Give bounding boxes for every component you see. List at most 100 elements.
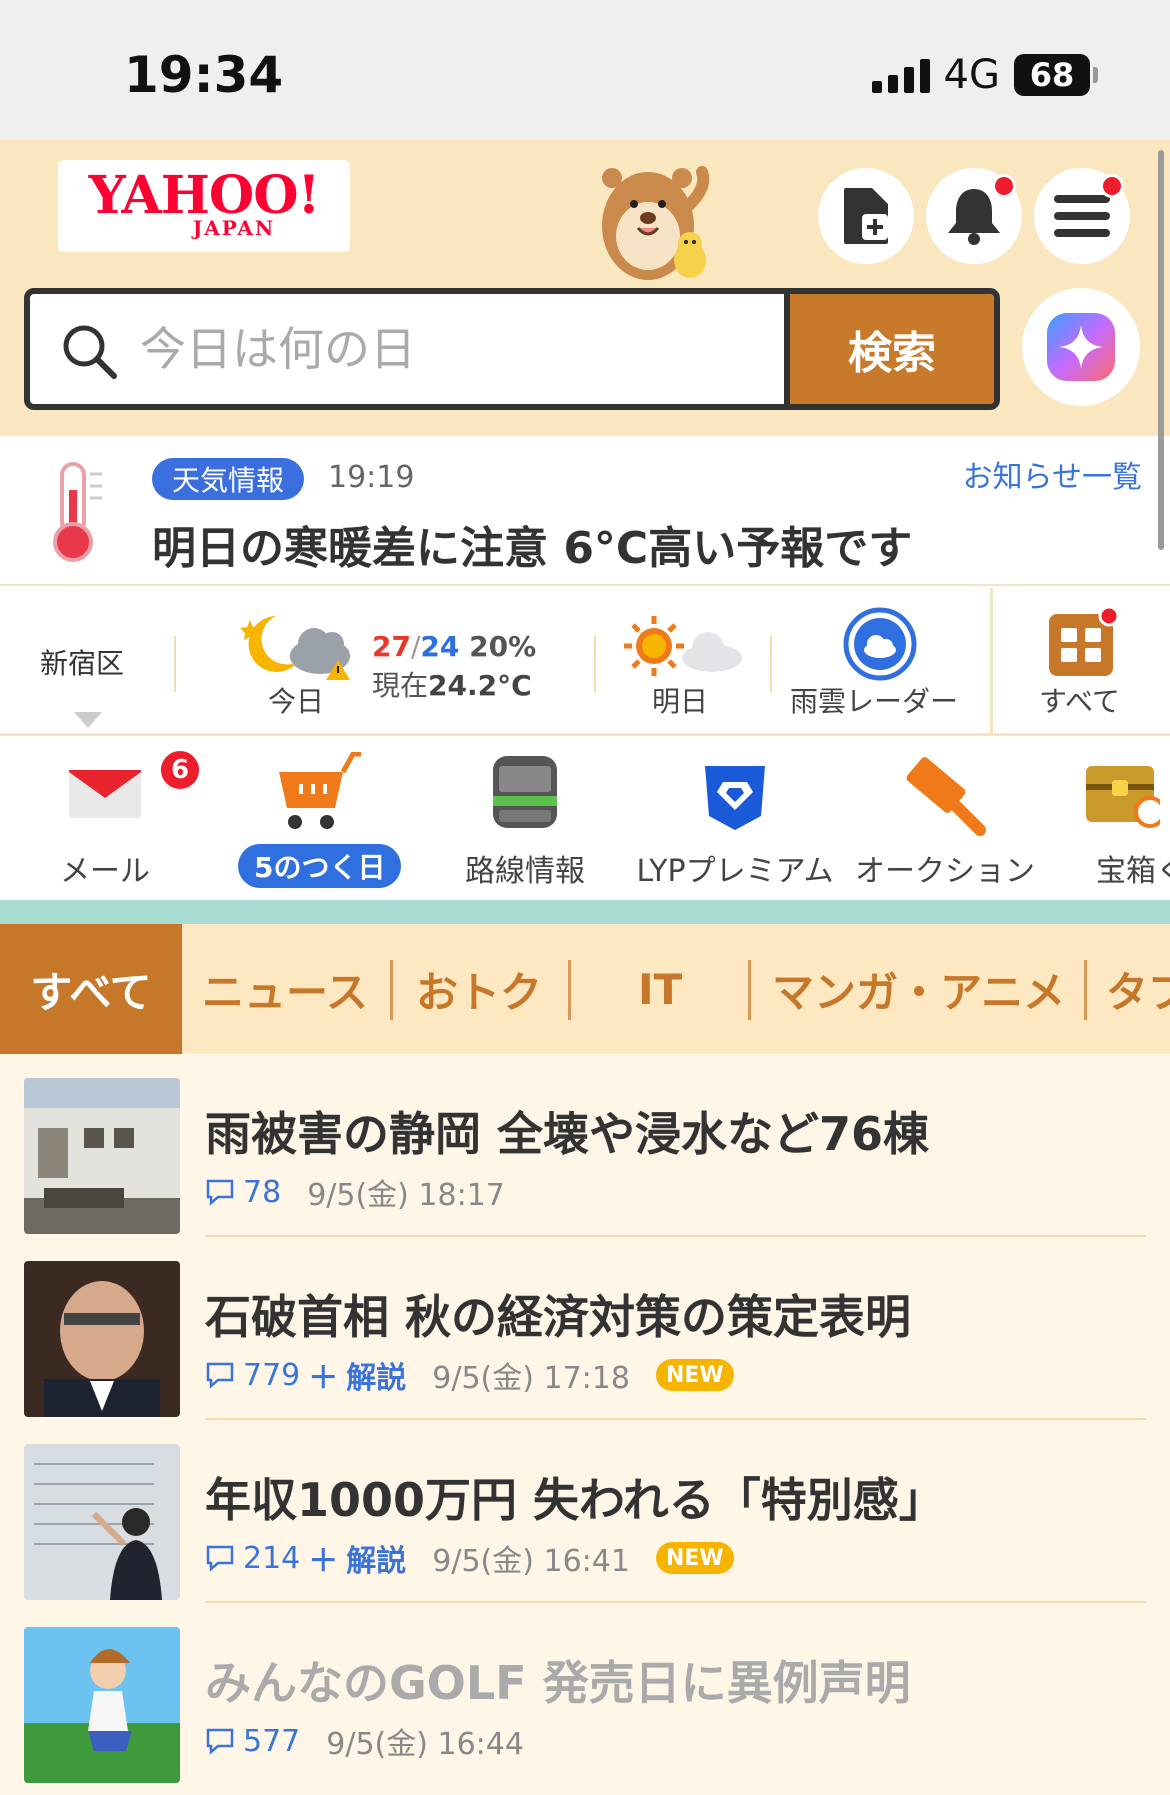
- service-lyp-premium[interactable]: LYPプレミアム: [620, 738, 850, 900]
- service-auction[interactable]: オークション: [850, 738, 1040, 900]
- current-temp: 現在24.2°C: [372, 664, 532, 704]
- news-thumbnail: [24, 1627, 180, 1783]
- tab-separator: [390, 960, 393, 1020]
- today-temps[interactable]: 27/24 20%: [372, 630, 536, 663]
- ai-sparkle-icon: [1047, 313, 1115, 381]
- tab-separator: [568, 960, 571, 1020]
- tab-all[interactable]: すべて: [0, 924, 182, 1054]
- today-label[interactable]: 今日: [268, 680, 324, 720]
- status-indicators: 4G 68: [871, 52, 1098, 98]
- divider: [770, 636, 772, 692]
- network-type: 4G: [943, 52, 1000, 98]
- news-date: 9/5(金) 18:17: [307, 1178, 505, 1213]
- weather-row: 新宿区 今日 27/24 20% 現在24.2°C 明日 雨雲レーダー すべて: [0, 588, 1170, 736]
- news-meta: 577 9/5(金) 16:44: [205, 1719, 524, 1763]
- search-bar: 検索: [24, 288, 1000, 410]
- lyp-premium-label: LYPプレミアム: [636, 854, 834, 889]
- service-shopping[interactable]: 5のつく日: [220, 738, 410, 900]
- notice-title[interactable]: 明日の寒暖差に注意 6°C高い予報です: [152, 512, 912, 576]
- notice-time: 19:19: [328, 460, 415, 495]
- search-input[interactable]: [140, 318, 700, 380]
- battery-level: 68: [1029, 56, 1075, 94]
- comment-count: 577: [243, 1723, 301, 1759]
- divider: [174, 636, 176, 692]
- news-title: 雨被害の静岡 全壊や浸水など76棟: [205, 1107, 930, 1161]
- auction-label: オークション: [855, 854, 1035, 889]
- status-time: 19:34: [124, 46, 284, 104]
- scrollbar[interactable]: [1158, 150, 1164, 550]
- comment-count: 779: [243, 1357, 301, 1393]
- rain-radar-label[interactable]: 雨雲レーダー: [790, 680, 958, 720]
- divider: [594, 636, 596, 692]
- moon-cloud-icon: [240, 616, 350, 680]
- new-badge: NEW: [655, 1542, 734, 1574]
- menu-button[interactable]: [1034, 168, 1130, 264]
- new-badge: NEW: [655, 1359, 734, 1391]
- search-button[interactable]: 検索: [784, 294, 994, 404]
- service-train[interactable]: 路線情報: [450, 738, 600, 900]
- tab-more[interactable]: タブ: [1106, 924, 1170, 1054]
- news-date: 9/5(金) 16:44: [326, 1727, 524, 1762]
- temp-low: 24: [420, 630, 460, 663]
- news-title: 年収1000万円 失われる「特別感」: [205, 1473, 945, 1527]
- temp-slash: /: [410, 630, 421, 663]
- news-item[interactable]: 雨被害の静岡 全壊や浸水など76棟 78 9/5(金) 18:17: [0, 1054, 1170, 1237]
- tomorrow-label[interactable]: 明日: [652, 680, 708, 720]
- notification-button[interactable]: [926, 168, 1022, 264]
- train-label: 路線情報: [465, 854, 585, 889]
- weather-notice[interactable]: 天気情報 19:19 お知らせ一覧 明日の寒暖差に注意 6°C高い予報です: [0, 436, 1170, 586]
- tab-separator: [748, 960, 751, 1020]
- news-list: 雨被害の静岡 全壊や浸水など76棟 78 9/5(金) 18:17 石破首相 秋…: [0, 1054, 1170, 1795]
- signal-icon: [871, 57, 930, 93]
- current-prefix: 現在: [372, 669, 429, 702]
- temp-high: 27: [372, 630, 411, 663]
- comment-icon: [206, 1728, 234, 1755]
- tab-it[interactable]: IT: [638, 924, 682, 1054]
- weather-info-badge: 天気情報: [152, 458, 305, 500]
- weather-all-button[interactable]: すべて: [990, 588, 1170, 736]
- location-dropdown-icon[interactable]: [74, 712, 102, 728]
- category-tabs: すべて ニュース おトク IT マンガ・アニメ タブ: [0, 924, 1170, 1054]
- news-item[interactable]: みんなのGOLF 発売日に異例声明 577 9/5(金) 16:44: [0, 1603, 1170, 1786]
- explain-label: 解説: [346, 1544, 407, 1579]
- sun-cloud-icon: [624, 616, 742, 676]
- new-document-button[interactable]: [818, 168, 914, 264]
- comment-icon: [206, 1545, 234, 1572]
- ai-assistant-button[interactable]: [1022, 288, 1140, 406]
- news-title: 石破首相 秋の経済対策の策定表明: [205, 1290, 912, 1344]
- explain-label: 解説: [346, 1361, 407, 1396]
- yahoo-logo[interactable]: YAHOO! JAPAN: [58, 160, 350, 252]
- plus-icon: ＋: [308, 1361, 339, 1396]
- precip: 20%: [469, 630, 537, 663]
- mail-icon: [69, 770, 141, 818]
- service-mail[interactable]: 6 メール: [30, 738, 202, 900]
- news-date: 9/5(金) 17:18: [432, 1361, 630, 1396]
- tab-manga-anime[interactable]: マンガ・アニメ: [772, 924, 1065, 1054]
- menu-dot: [1100, 174, 1124, 198]
- notice-list-link[interactable]: お知らせ一覧: [963, 452, 1142, 496]
- news-thumbnail: [24, 1444, 180, 1600]
- news-thumbnail: [24, 1078, 180, 1234]
- grid-icon: [1049, 608, 1117, 676]
- news-meta: 779 ＋ 解説 9/5(金) 17:18 NEW: [205, 1353, 734, 1397]
- search-icon: [63, 325, 117, 379]
- tab-deals[interactable]: おトク: [416, 924, 542, 1054]
- comment-count: 78: [243, 1174, 282, 1210]
- header: YAHOO! JAPAN 今日は何の日 検索: [0, 140, 1170, 436]
- battery-icon: 68: [1014, 54, 1098, 96]
- tab-news[interactable]: ニュース: [202, 924, 368, 1054]
- document-plus-icon: [844, 188, 888, 244]
- auction-hammer-icon: [906, 757, 986, 836]
- news-meta: 78 9/5(金) 18:17: [205, 1170, 505, 1214]
- service-treasure[interactable]: 宝箱く: [1080, 738, 1170, 900]
- news-item[interactable]: 石破首相 秋の経済対策の策定表明 779 ＋ 解説 9/5(金) 17:18 N…: [0, 1237, 1170, 1420]
- weather-location[interactable]: 新宿区: [40, 642, 124, 682]
- status-bar: 19:34 4G 68: [0, 0, 1170, 140]
- menu-icon: [1054, 195, 1110, 237]
- comment-icon: [206, 1179, 234, 1206]
- news-item[interactable]: 年収1000万円 失われる「特別感」 214 ＋ 解説 9/5(金) 16:41…: [0, 1420, 1170, 1603]
- news-title: みんなのGOLF 発売日に異例声明: [205, 1656, 911, 1710]
- news-meta: 214 ＋ 解説 9/5(金) 16:41 NEW: [205, 1536, 734, 1580]
- current-value: 24.2°C: [428, 669, 532, 702]
- shopping-label: 5のつく日: [238, 844, 402, 888]
